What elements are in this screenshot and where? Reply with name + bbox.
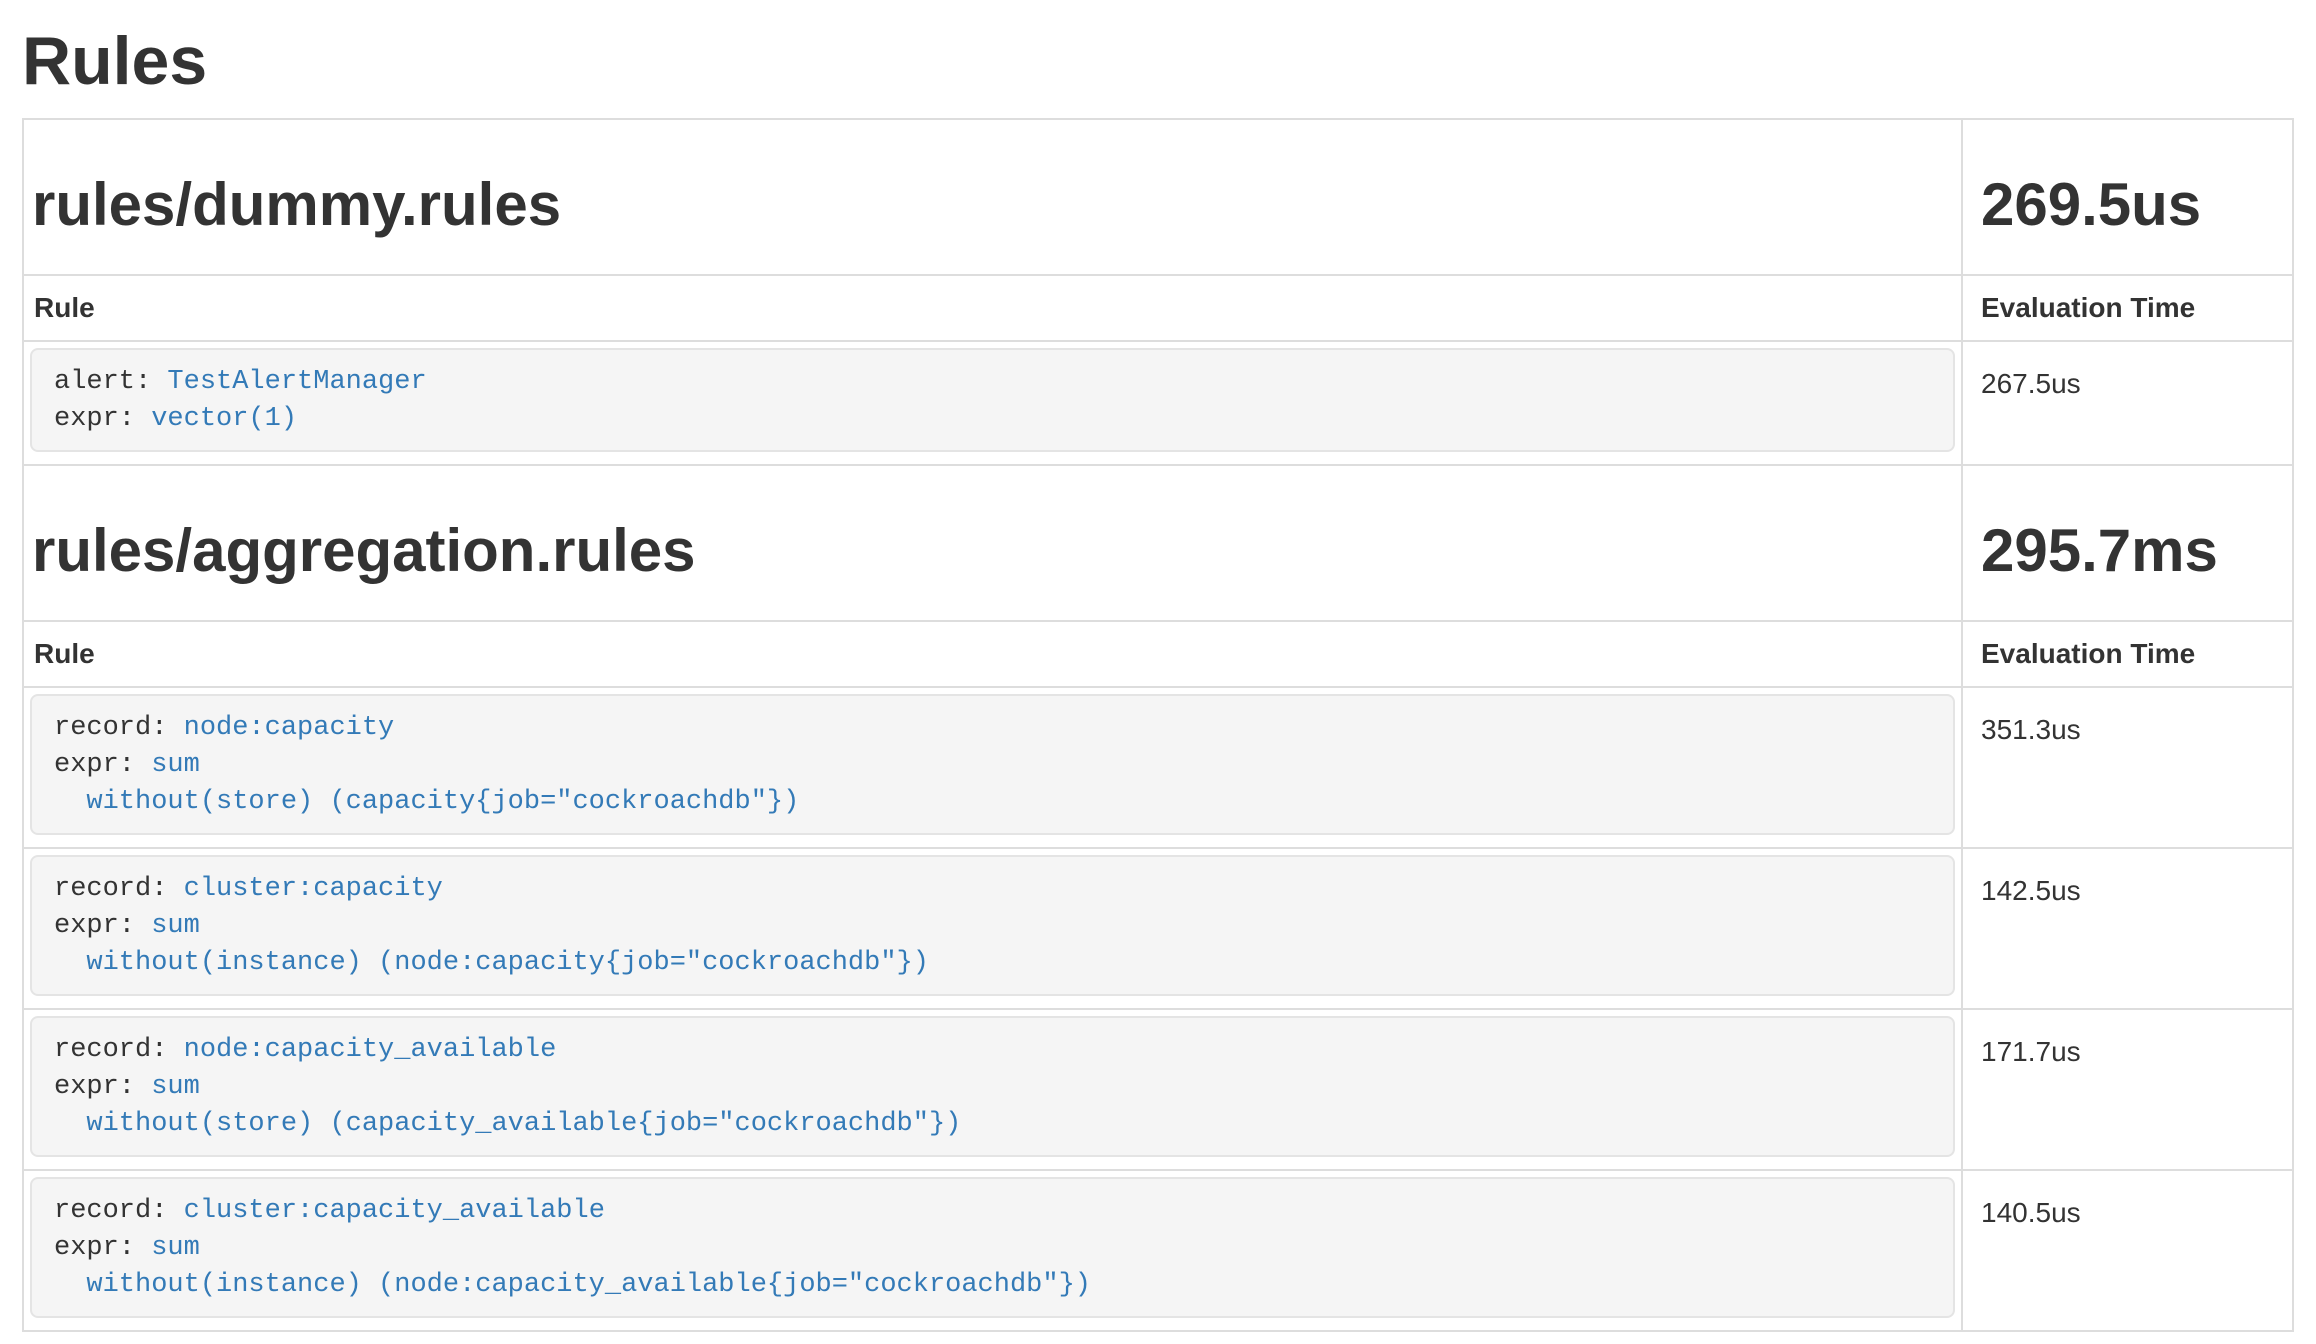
- expr-link[interactable]: sum without(instance) (node:capacity_ava…: [54, 1233, 1091, 1300]
- column-header-rule: Rule: [23, 275, 1962, 341]
- rule-key-expr: expr:: [54, 1072, 151, 1102]
- rule-code-block: record: cluster:capacity expr: sum withou…: [30, 855, 1955, 996]
- rule-key-record: record:: [54, 1196, 184, 1226]
- column-header-row: Rule Evaluation Time: [23, 621, 2293, 687]
- rule-code-block: record: cluster:capacity_availableexpr: …: [30, 1177, 1955, 1318]
- column-header-evaluation-time: Evaluation Time: [1962, 275, 2293, 341]
- rule-row: record: cluster:capacity expr: sum withou…: [23, 848, 2293, 1009]
- rule-evaluation-time: 351.3us: [1962, 687, 2293, 848]
- rule-row: alert: TestAlertManager expr: vector(1) 2…: [23, 341, 2293, 465]
- group-header-row: rules/dummy.rules 269.5us: [23, 119, 2293, 275]
- rule-key-expr: expr:: [54, 404, 151, 434]
- rule-key-record: record:: [54, 713, 184, 743]
- record-name-link[interactable]: node:capacity_available: [184, 1035, 557, 1065]
- group-evaluation-time: 269.5us: [1981, 172, 2284, 238]
- expr-link[interactable]: sum without(store) (capacity_available{j…: [54, 1072, 961, 1139]
- group-evaluation-time: 295.7ms: [1981, 518, 2284, 584]
- rule-cell: record: node:capacity_available expr: sum…: [23, 1009, 1962, 1170]
- rule-key-expr: expr:: [54, 750, 151, 780]
- group-evaluation-time-cell: 269.5us: [1962, 119, 2293, 275]
- record-name-link[interactable]: node:capacity: [184, 713, 395, 743]
- rule-key-expr: expr:: [54, 1233, 151, 1263]
- rules-table: rules/dummy.rules 269.5us Rule Evaluatio…: [22, 118, 2294, 1332]
- rule-code-block: record: node:capacity_available expr: sum…: [30, 1016, 1955, 1157]
- expr-link[interactable]: sum without(store) (capacity{job="cockro…: [54, 750, 799, 817]
- column-header-evaluation-time: Evaluation Time: [1962, 621, 2293, 687]
- column-header-row: Rule Evaluation Time: [23, 275, 2293, 341]
- group-file-name: rules/aggregation.rules: [32, 518, 1953, 584]
- rule-code-block: record: node:capacity expr: sum without(s…: [30, 694, 1955, 835]
- rule-key-record: record:: [54, 1035, 184, 1065]
- expr-link[interactable]: sum without(instance) (node:capacity{job…: [54, 911, 929, 978]
- rule-evaluation-time: 171.7us: [1962, 1009, 2293, 1170]
- alert-name-link[interactable]: TestAlertManager: [167, 367, 426, 397]
- rule-row: record: node:capacity_available expr: sum…: [23, 1009, 2293, 1170]
- group-file-cell: rules/dummy.rules: [23, 119, 1962, 275]
- rule-cell: record: cluster:capacity_availableexpr: …: [23, 1170, 1962, 1331]
- record-name-link[interactable]: cluster:capacity: [184, 874, 443, 904]
- rule-row: record: node:capacity expr: sum without(s…: [23, 687, 2293, 848]
- rule-cell: record: node:capacity expr: sum without(s…: [23, 687, 1962, 848]
- group-header-row: rules/aggregation.rules 295.7ms: [23, 465, 2293, 621]
- page-title: Rules: [22, 22, 2294, 100]
- column-header-rule: Rule: [23, 621, 1962, 687]
- group-file-name: rules/dummy.rules: [32, 172, 1953, 238]
- rule-row: record: cluster:capacity_availableexpr: …: [23, 1170, 2293, 1331]
- rule-key-record: record:: [54, 874, 184, 904]
- record-name-link[interactable]: cluster:capacity_available: [184, 1196, 605, 1226]
- rule-key-expr: expr:: [54, 911, 151, 941]
- rule-cell: alert: TestAlertManager expr: vector(1): [23, 341, 1962, 465]
- expr-link[interactable]: vector(1): [151, 404, 297, 434]
- rule-cell: record: cluster:capacity expr: sum withou…: [23, 848, 1962, 1009]
- rule-evaluation-time: 140.5us: [1962, 1170, 2293, 1331]
- rule-code-block: alert: TestAlertManager expr: vector(1): [30, 348, 1955, 452]
- rule-evaluation-time: 142.5us: [1962, 848, 2293, 1009]
- rule-key-alert: alert:: [54, 367, 167, 397]
- rule-evaluation-time: 267.5us: [1962, 341, 2293, 465]
- group-file-cell: rules/aggregation.rules: [23, 465, 1962, 621]
- group-evaluation-time-cell: 295.7ms: [1962, 465, 2293, 621]
